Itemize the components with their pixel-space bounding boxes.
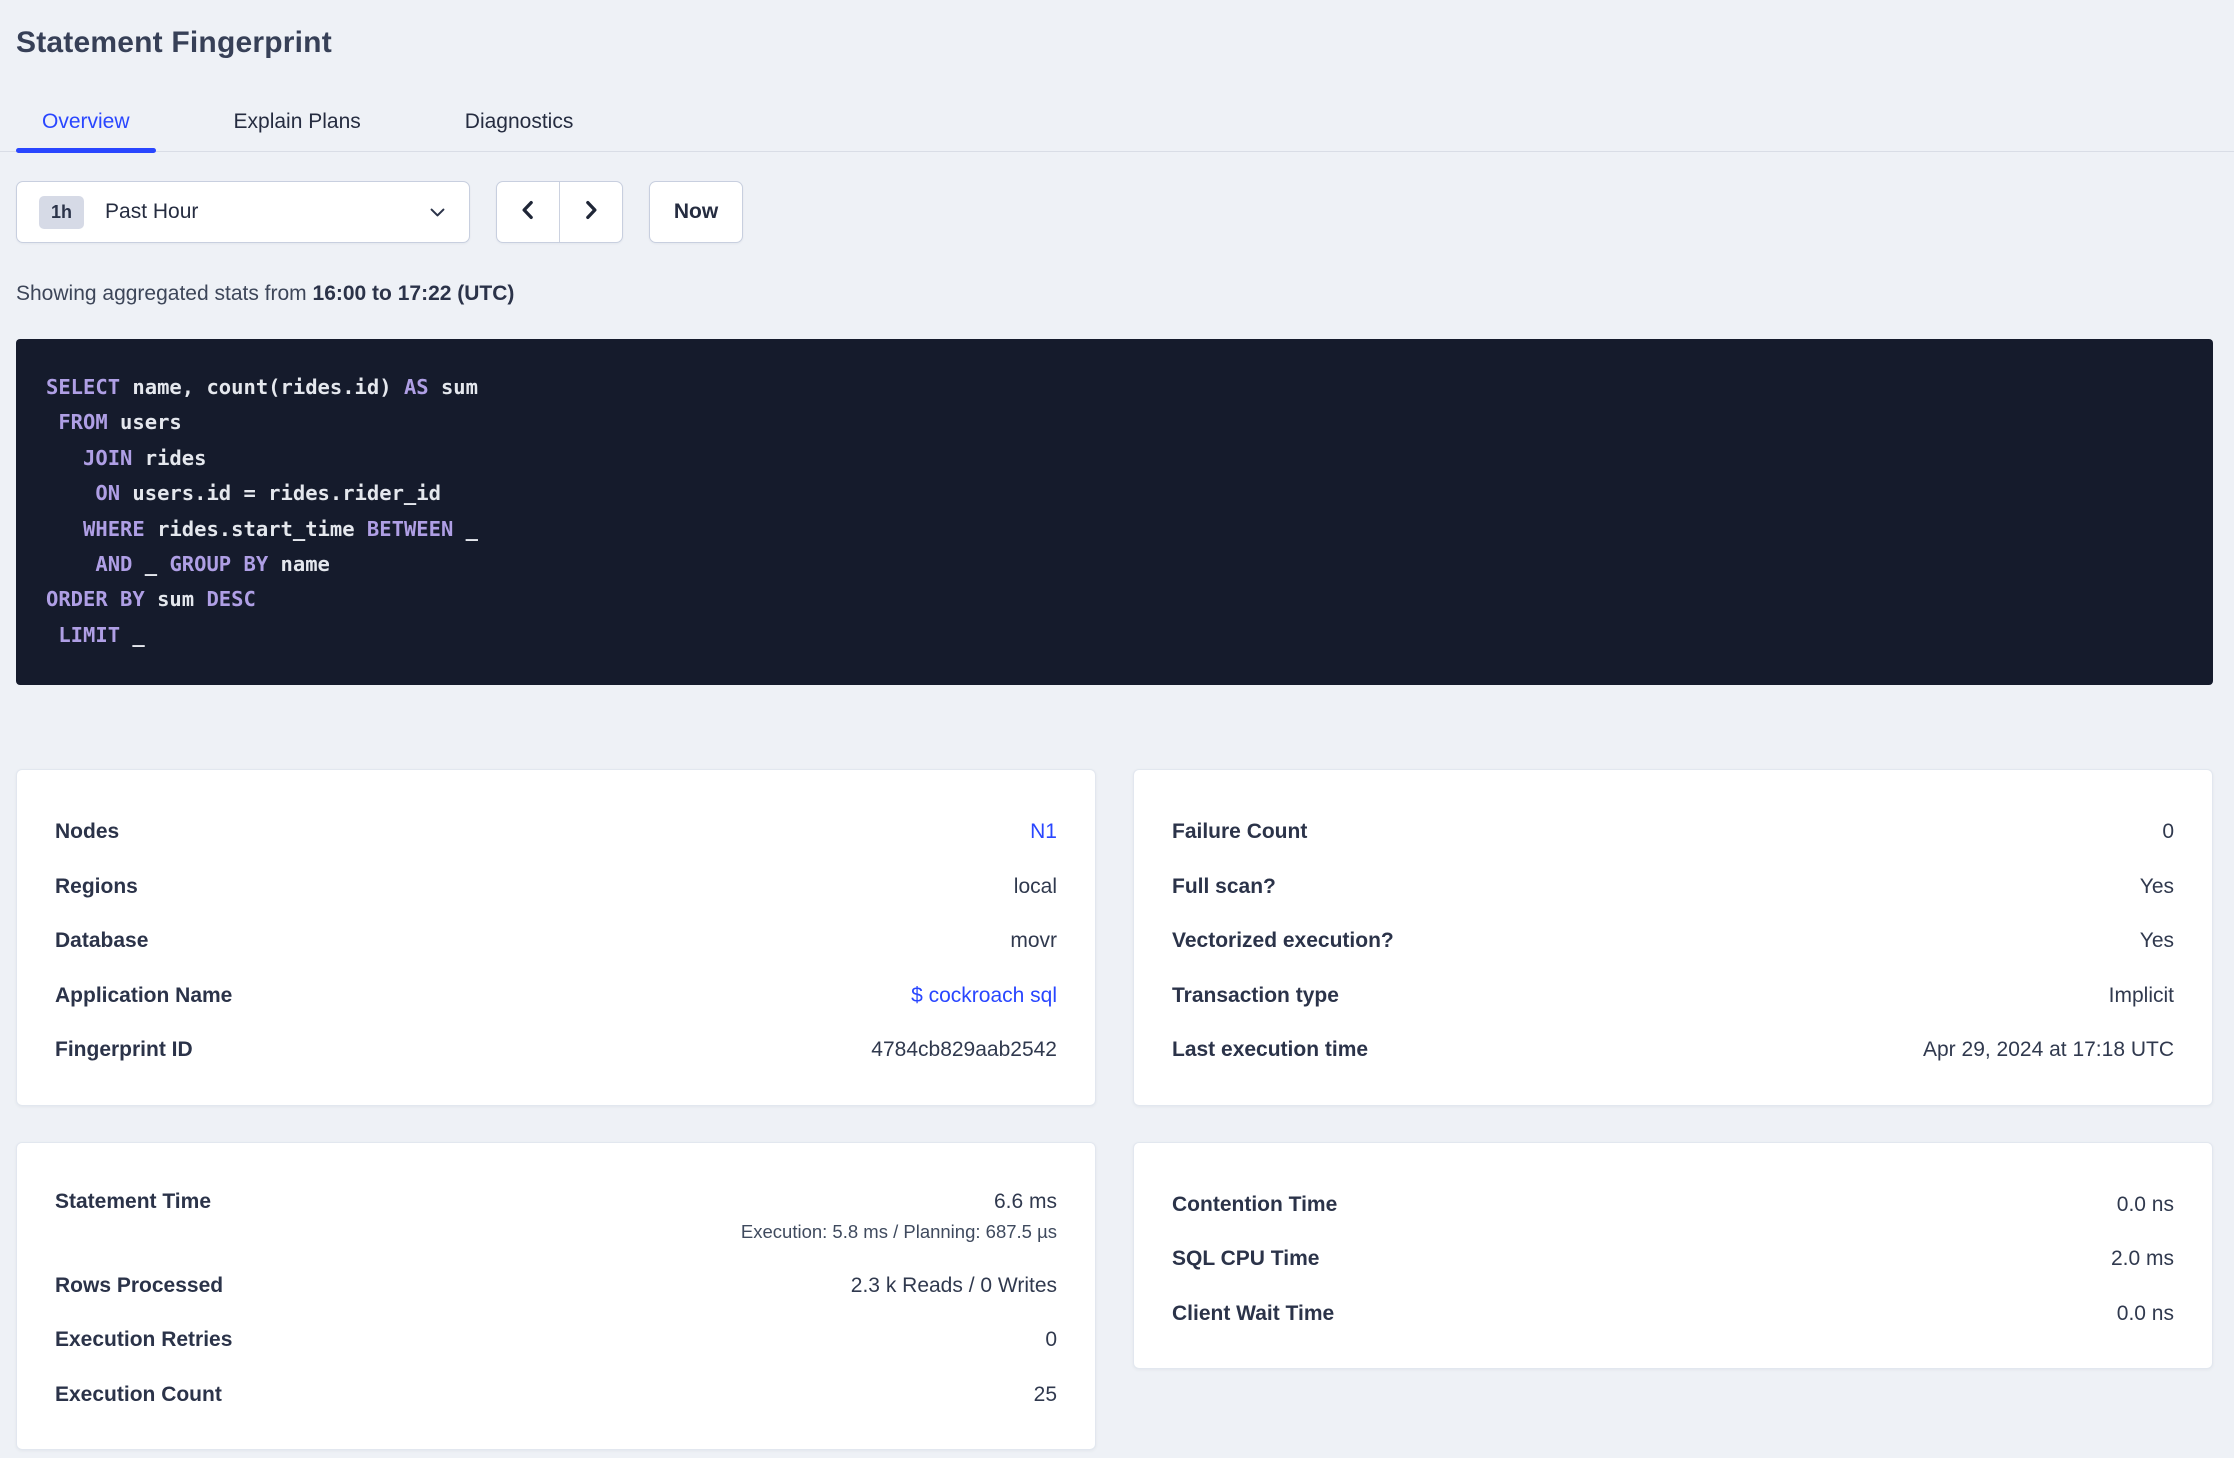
- interval-arrows: [496, 181, 623, 243]
- row-value: movr: [1010, 929, 1057, 952]
- page-title: Statement Fingerprint: [16, 26, 332, 59]
- caption-time-range: 16:00 to 17:22 (UTC): [312, 282, 515, 305]
- row-label: Nodes: [55, 820, 120, 843]
- row-value: 25: [1033, 1382, 1057, 1406]
- row-regions: Regions local: [55, 859, 1057, 914]
- row-label: Rows Processed: [55, 1273, 224, 1297]
- row-value: Apr 29, 2024 at 17:18 UTC: [1923, 1038, 2174, 1061]
- next-interval-button[interactable]: [559, 182, 622, 242]
- sql-line: FROM users: [46, 410, 182, 435]
- row-transaction-type: Transaction type Implicit: [1172, 968, 2174, 1023]
- row-label: SQL CPU Time: [1172, 1247, 1320, 1270]
- interval-label: Past Hour: [105, 200, 199, 223]
- row-fingerprint-id: Fingerprint ID 4784cb829aab2542: [55, 1022, 1057, 1077]
- row-label: Execution Retries: [55, 1328, 233, 1351]
- sql-line: LIMIT _: [46, 622, 145, 647]
- row-subvalue: Execution: 5.8 ms / Planning: 687.5 µs: [740, 1220, 1057, 1242]
- row-application-name: Application Name $ cockroach sql: [55, 968, 1057, 1023]
- row-value: Implicit: [2108, 983, 2174, 1007]
- row-value: 0: [2162, 820, 2174, 843]
- row-statement-time: Statement Time 6.6 ms Execution: 5.8 ms …: [55, 1177, 1057, 1258]
- sql-line: AND _ GROUP BY name: [46, 552, 330, 577]
- summary-card: Nodes N1 Regions local Database movr App…: [16, 769, 1096, 1106]
- sql-statement-box: SELECT name, count(rides.id) AS sum FROM…: [16, 339, 2213, 686]
- sql-line: WHERE rides.start_time BETWEEN _: [46, 516, 479, 541]
- row-execution-count: Execution Count 25: [55, 1367, 1057, 1422]
- info-cards-row: Nodes N1 Regions local Database movr App…: [16, 769, 2213, 1106]
- application-name-link[interactable]: $ cockroach sql: [911, 982, 1057, 1009]
- chevron-left-icon: [517, 197, 539, 228]
- attributes-card: Failure Count 0 Full scan? Yes Vectorize…: [1133, 769, 2213, 1106]
- statement-fingerprint-page: Statement Fingerprint Overview Explain P…: [0, 0, 2234, 1451]
- row-label: Statement Time: [55, 1189, 211, 1213]
- timings-card: Contention Time 0.0 ns SQL CPU Time 2.0 …: [1133, 1141, 2213, 1370]
- row-label: Database: [55, 929, 149, 952]
- row-value: 0: [1045, 1328, 1057, 1351]
- row-label: Execution Count: [55, 1382, 222, 1406]
- time-interval-dropdown[interactable]: 1h Past Hour: [16, 181, 470, 243]
- prev-interval-button[interactable]: [497, 182, 559, 242]
- sql-line: JOIN rides: [46, 445, 207, 470]
- row-label: Last execution time: [1172, 1038, 1369, 1061]
- row-label: Vectorized execution?: [1172, 929, 1394, 952]
- row-vectorized-execution: Vectorized execution? Yes: [1172, 913, 2174, 968]
- row-value: 2.3 k Reads / 0 Writes: [850, 1273, 1057, 1297]
- row-value: 6.6 ms: [993, 1189, 1057, 1213]
- row-label: Fingerprint ID: [55, 1038, 193, 1061]
- row-value: Yes: [2139, 929, 2174, 952]
- row-label: Application Name: [55, 983, 233, 1007]
- sql-line: ORDER BY sum DESC: [46, 587, 256, 612]
- time-controls: 1h Past Hour Now: [16, 181, 2213, 243]
- row-client-wait-time: Client Wait Time 0.0 ns: [1172, 1286, 2174, 1341]
- aggregated-stats-caption: Showing aggregated stats from 16:00 to 1…: [16, 280, 2213, 307]
- row-value: 4784cb829aab2542: [871, 1038, 1057, 1061]
- row-value: Yes: [2139, 874, 2174, 898]
- row-label: Failure Count: [1172, 820, 1308, 843]
- row-contention-time: Contention Time 0.0 ns: [1172, 1177, 2174, 1232]
- row-last-execution-time: Last execution time Apr 29, 2024 at 17:1…: [1172, 1022, 2174, 1077]
- stats-cards-row: Statement Time 6.6 ms Execution: 5.8 ms …: [16, 1141, 2213, 1451]
- row-label: Contention Time: [1172, 1192, 1338, 1216]
- row-execution-retries: Execution Retries 0: [55, 1312, 1057, 1367]
- interval-badge: 1h: [39, 195, 85, 229]
- row-failure-count: Failure Count 0: [1172, 804, 2174, 859]
- row-rows-processed: Rows Processed 2.3 k Reads / 0 Writes: [55, 1258, 1057, 1313]
- row-value: 0.0 ns: [2116, 1192, 2174, 1216]
- sql-line: SELECT name, count(rides.id) AS sum: [46, 375, 478, 399]
- row-value: 0.0 ns: [2116, 1301, 2174, 1325]
- row-full-scan: Full scan? Yes: [1172, 859, 2174, 914]
- chevron-right-icon: [580, 197, 602, 228]
- tab-diagnostics[interactable]: Diagnostics: [439, 98, 600, 151]
- row-label: Transaction type: [1172, 983, 1339, 1007]
- row-label: Client Wait Time: [1172, 1301, 1335, 1325]
- row-value: local: [1013, 874, 1057, 898]
- caption-prefix: Showing aggregated stats from: [16, 282, 313, 305]
- tab-overview[interactable]: Overview: [16, 98, 156, 153]
- nodes-link[interactable]: N1: [1030, 818, 1057, 845]
- sql-line: ON users.id = rides.rider_id: [46, 481, 441, 506]
- row-value: 2.0 ms: [2110, 1247, 2174, 1270]
- tab-explain-plans[interactable]: Explain Plans: [208, 98, 387, 151]
- execution-stats-card: Statement Time 6.6 ms Execution: 5.8 ms …: [16, 1141, 1096, 1451]
- row-label: Regions: [55, 874, 138, 898]
- row-nodes: Nodes N1: [55, 804, 1057, 859]
- row-label: Full scan?: [1172, 874, 1276, 898]
- row-database: Database movr: [55, 913, 1057, 968]
- now-button[interactable]: Now: [649, 181, 743, 243]
- row-sql-cpu-time: SQL CPU Time 2.0 ms: [1172, 1231, 2174, 1286]
- chevron-down-icon: [428, 203, 447, 222]
- tab-bar: Overview Explain Plans Diagnostics: [0, 98, 2234, 153]
- row-value-block: 6.6 ms Execution: 5.8 ms / Planning: 687…: [741, 1188, 1057, 1244]
